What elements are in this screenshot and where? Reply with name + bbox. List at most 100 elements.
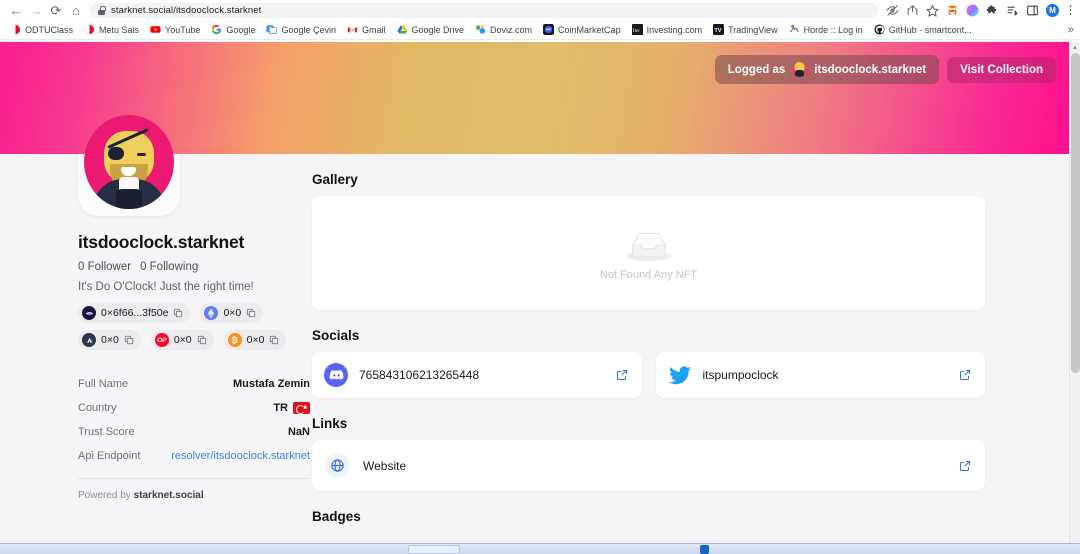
doviz-icon <box>475 24 486 35</box>
youtube-icon <box>150 24 161 35</box>
bookmark-odtuclass[interactable]: ODTUClass <box>5 22 78 37</box>
logged-as-button[interactable]: Logged as itsdooclock.starknet <box>714 55 940 84</box>
main-panel: Gallery Not Found Any NFT Socials 765843… <box>312 154 1080 533</box>
starknet-icon <box>82 306 96 320</box>
social-label: itspumpoclock <box>702 368 779 382</box>
svg-text:TV: TV <box>714 28 721 34</box>
chip-ethereum[interactable]: 0×0 <box>200 303 264 323</box>
powered-by-prefix: Powered by <box>78 490 131 501</box>
reload-button[interactable]: ⟳ <box>46 2 66 20</box>
chip-arbitrum[interactable]: 0×0 <box>78 330 141 350</box>
info-value-country: TR <box>273 402 310 414</box>
bookmark-metu-sais[interactable]: Metu Sais <box>79 22 144 37</box>
chip-starknet[interactable]: 0×6f66...3f50e <box>78 303 191 323</box>
bookmark-label: CoinMarketCap <box>558 24 621 35</box>
browser-chrome: ← → ⟳ ⌂ starknet.social/itsdooclock.star… <box>0 0 1080 42</box>
link-label: Website <box>363 458 407 473</box>
powered-by: Powered by starknet.social <box>78 490 310 501</box>
visit-collection-button[interactable]: Visit Collection <box>947 56 1056 83</box>
forward-button[interactable]: → <box>26 2 46 20</box>
powered-by-brand: starknet.social <box>133 490 204 501</box>
bookmark-investing[interactable]: Inv Investing.com <box>627 22 708 37</box>
info-value: Mustafa Zemin <box>232 378 310 390</box>
external-link-icon[interactable] <box>959 460 971 472</box>
profile-info-table: Full Name Mustafa Zemin Country TR Trust… <box>78 372 310 501</box>
kebab-menu-icon[interactable]: ⋮ <box>1065 4 1077 17</box>
bookmark-label: Google Drive <box>411 24 465 35</box>
back-button[interactable]: ← <box>6 2 26 20</box>
gallery-card: Not Found Any NFT <box>312 196 985 310</box>
bookmark-label: Horde :: Log in <box>803 24 863 35</box>
ethereum-icon <box>204 306 219 320</box>
side-panel-icon[interactable] <box>1026 4 1039 17</box>
taskbar-app-icon[interactable] <box>700 545 709 554</box>
screen: ← → ⟳ ⌂ starknet.social/itsdooclock.star… <box>0 0 1080 554</box>
copy-icon[interactable] <box>269 335 279 345</box>
bookmark-coinmarketcap[interactable]: CoinMarketCap <box>538 22 626 37</box>
bookmark-youtube[interactable]: YouTube <box>145 22 205 37</box>
bookmark-google[interactable]: Google <box>206 22 260 37</box>
avatar-shirt <box>116 189 142 209</box>
puzzle-extension-icon[interactable] <box>986 4 999 17</box>
bookmark-tradingview[interactable]: TV TradingView <box>708 22 783 37</box>
chip-optimism[interactable]: OP 0×0 <box>150 330 214 350</box>
social-label: 765843106213265448 <box>359 368 480 382</box>
coinmarketcap-icon <box>543 24 555 35</box>
bookmarks-overflow-button[interactable]: » <box>1068 24 1074 36</box>
profile-bio: It's Do O'Clock! Just the right time! <box>78 281 254 293</box>
bookmarks-bar: ODTUClass Metu Sais YouTube Google 文 Goo… <box>0 20 1080 40</box>
copy-icon[interactable] <box>197 335 207 345</box>
chip-bitcoin[interactable]: ₿ 0×0 <box>223 330 287 350</box>
google-translate-icon: 文 <box>266 24 278 35</box>
toolbar-icons: M ⋮ <box>886 4 1077 17</box>
odtuclass-icon <box>10 24 21 35</box>
logged-as-name: itsdooclock.starknet <box>814 63 927 76</box>
external-link-icon[interactable] <box>959 369 971 381</box>
external-link-icon[interactable] <box>616 369 628 381</box>
bookmark-label: YouTube <box>165 24 201 35</box>
share-icon[interactable] <box>906 4 919 17</box>
bookmark-google-drive[interactable]: Google Drive <box>392 22 470 37</box>
social-card-discord[interactable]: 765843106213265448 <box>312 352 642 398</box>
bookmark-google-ceviri[interactable]: 文 Google Çeviri <box>261 22 341 37</box>
link-card-website[interactable]: Website <box>312 440 985 491</box>
copy-icon[interactable] <box>246 308 256 318</box>
profile-avatar[interactable]: M <box>1046 4 1059 17</box>
home-button[interactable]: ⌂ <box>66 2 86 20</box>
avatar-eyepatch <box>108 147 124 160</box>
bookmark-github[interactable]: GitHub - smartcont... <box>869 22 977 37</box>
address-bar[interactable]: starknet.social/itsdooclock.starknet <box>90 3 878 18</box>
windows-taskbar[interactable] <box>0 543 1080 554</box>
svg-text:Inv: Inv <box>632 28 639 34</box>
copy-icon[interactable] <box>173 308 183 318</box>
avatar-eye <box>137 153 146 156</box>
page-scrollbar[interactable]: ▲ ▼ <box>1069 42 1080 554</box>
mini-avatar-icon <box>792 62 808 77</box>
badges-title: Badges <box>312 509 361 524</box>
svg-text:文: 文 <box>268 25 273 32</box>
eye-off-icon[interactable] <box>886 4 899 17</box>
country-code: TR <box>273 402 288 414</box>
star-icon[interactable] <box>926 4 939 17</box>
bookmark-horde[interactable]: Horde :: Log in <box>784 22 868 37</box>
socials-row: 765843106213265448 itspumpoclock <box>312 352 985 398</box>
browser-toolbar: ← → ⟳ ⌂ starknet.social/itsdooclock.star… <box>0 0 1080 20</box>
scroll-up-arrow-icon[interactable]: ▲ <box>1070 42 1080 53</box>
lock-icon <box>98 6 106 15</box>
profile-avatar-initial: M <box>1046 4 1059 17</box>
api-endpoint-link[interactable]: resolver/itsdooclock.starknet <box>171 450 310 462</box>
colorful-extension-icon[interactable] <box>966 4 979 17</box>
wallet-address-chips: 0×6f66...3f50e 0×0 0×0 OP 0×0 ₿ 0×0 <box>78 303 302 350</box>
taskbar-search-box[interactable] <box>408 545 460 554</box>
metamask-icon[interactable] <box>946 4 959 17</box>
avatar-head <box>104 128 154 190</box>
bookmark-doviz[interactable]: Doviz.com <box>470 22 537 37</box>
bookmark-gmail[interactable]: Gmail <box>342 22 391 37</box>
info-row-country: Country TR <box>78 396 310 420</box>
globe-icon <box>325 453 350 478</box>
info-row-full-name: Full Name Mustafa Zemin <box>78 372 310 396</box>
copy-icon[interactable] <box>124 335 134 345</box>
reading-list-icon[interactable] <box>1006 4 1019 17</box>
scrollbar-thumb[interactable] <box>1071 53 1080 373</box>
social-card-twitter[interactable]: itspumpoclock <box>655 352 985 398</box>
